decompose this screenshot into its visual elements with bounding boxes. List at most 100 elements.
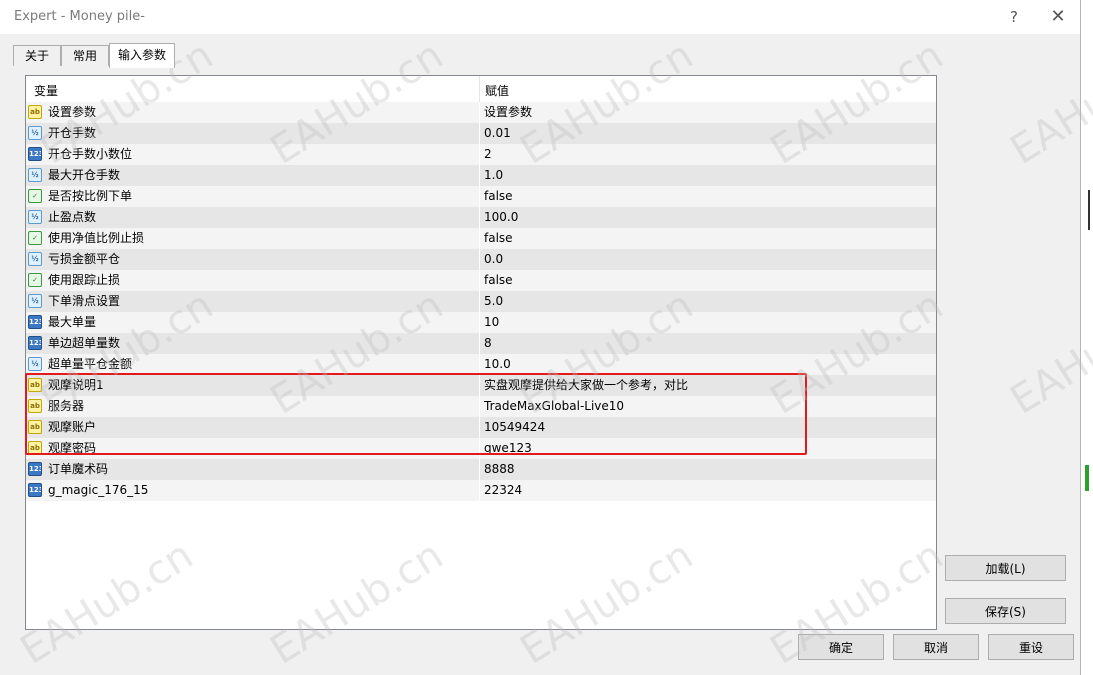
param-name: 订单魔术码 [48,462,109,476]
table-row[interactable]: ab 服务器 TradeMaxGlobal-Live10 [26,396,936,417]
table-row[interactable]: ✓ 是否按比例下单 false [26,186,936,207]
column-divider [479,207,480,228]
string-type-icon: ab [28,420,42,434]
column-divider [479,123,480,144]
tab-about[interactable]: 关于 [13,45,61,66]
bool-type-icon: ✓ [28,273,42,287]
param-name: g_magic_176_15 [48,483,149,497]
param-name: 最大开仓手数 [48,168,121,182]
param-value[interactable]: 100.0 [484,207,518,228]
param-name: 使用跟踪止损 [48,273,121,287]
table-row[interactable]: ab 设置参数 设置参数 [26,102,936,123]
header-variable[interactable]: 变量 [34,82,58,99]
table-row[interactable]: ab 观摩说明1 实盘观摩提供给大家做一个参考，对比 [26,375,936,396]
param-value[interactable]: false [484,270,513,291]
table-row[interactable]: ✓ 使用净值比例止损 false [26,228,936,249]
param-name: 是否按比例下单 [48,189,133,203]
double-type-icon: ½ [28,126,42,140]
param-value[interactable]: 10.0 [484,354,511,375]
cancel-button[interactable]: 取消 [893,634,979,660]
column-divider [479,270,480,291]
reset-button[interactable]: 重设 [988,634,1074,660]
param-value[interactable]: false [484,186,513,207]
double-type-icon: ½ [28,252,42,266]
bool-type-icon: ✓ [28,189,42,203]
integer-type-icon: 123 [28,315,42,329]
table-row[interactable]: 123 最大单量 10 [26,312,936,333]
integer-type-icon: 123 [28,336,42,350]
table-row[interactable]: ½ 亏损金额平仓 0.0 [26,249,936,270]
param-value[interactable]: false [484,228,513,249]
param-value[interactable]: 0.0 [484,249,503,270]
param-name: 开仓手数小数位 [48,147,133,161]
param-value[interactable]: 22324 [484,480,522,501]
column-divider [479,459,480,480]
param-value[interactable]: qwe123 [484,438,532,459]
column-divider [479,144,480,165]
integer-type-icon: 123 [28,462,42,476]
string-type-icon: ab [28,105,42,119]
param-name: 观摩账户 [48,420,97,434]
table-row[interactable]: ½ 止盈点数 100.0 [26,207,936,228]
param-name: 最大单量 [48,315,97,329]
param-name: 观摩密码 [48,441,97,455]
table-row[interactable]: ½ 下单滑点设置 5.0 [26,291,936,312]
header-divider[interactable] [479,76,480,102]
double-type-icon: ½ [28,357,42,371]
column-divider [479,165,480,186]
chart-marker [1085,465,1089,491]
param-name: 观摩说明1 [48,378,104,392]
chart-tick [1088,190,1090,230]
bool-type-icon: ✓ [28,231,42,245]
table-row[interactable]: 123 开仓手数小数位 2 [26,144,936,165]
param-name: 设置参数 [48,105,97,119]
table-row[interactable]: 123 单边超单量数 8 [26,333,936,354]
table-header: 变量 赋值 [26,76,936,103]
ok-button[interactable]: 确定 [798,634,884,660]
column-divider [479,396,480,417]
param-value[interactable]: 5.0 [484,291,503,312]
param-value[interactable]: 设置参数 [484,102,532,123]
help-icon[interactable]: ? [1001,6,1027,28]
close-icon[interactable]: ✕ [1045,6,1071,28]
column-divider [479,375,480,396]
param-name: 亏损金额平仓 [48,252,121,266]
param-name: 止盈点数 [48,210,97,224]
table-row[interactable]: 123 订单魔术码 8888 [26,459,936,480]
table-row[interactable]: ab 观摩账户 10549424 [26,417,936,438]
param-value[interactable]: TradeMaxGlobal-Live10 [484,396,624,417]
save-button[interactable]: 保存(S) [945,598,1066,624]
window-title: Expert - Money pile- [14,9,145,24]
table-row[interactable]: ½ 开仓手数 0.01 [26,123,936,144]
param-value[interactable]: 1.0 [484,165,503,186]
param-value[interactable]: 实盘观摩提供给大家做一个参考，对比 [484,375,688,396]
param-value[interactable]: 0.01 [484,123,511,144]
header-value[interactable]: 赋值 [485,82,509,99]
tab-inputs[interactable]: 输入参数 [109,43,175,68]
tab-common[interactable]: 常用 [61,45,109,66]
table-row[interactable]: 123 g_magic_176_15 22324 [26,480,936,501]
double-type-icon: ½ [28,168,42,182]
table-row[interactable]: ½ 超单量平仓金额 10.0 [26,354,936,375]
double-type-icon: ½ [28,210,42,224]
column-divider [479,291,480,312]
parameters-table: 变量 赋值 ab 设置参数 设置参数 ½ 开仓手数 0.01 123 开仓手数小数位 2 ½ 最大开… [25,75,937,630]
load-button[interactable]: 加载(L) [945,555,1066,581]
title-bar: Expert - Money pile- ? ✕ [0,0,1080,34]
param-name: 服务器 [48,399,85,413]
param-value[interactable]: 10 [484,312,499,333]
background-chart-strip [1081,0,1093,675]
table-row[interactable]: ab 观摩密码 qwe123 [26,438,936,459]
param-value[interactable]: 8888 [484,459,515,480]
table-row[interactable]: ½ 最大开仓手数 1.0 [26,165,936,186]
param-name: 下单滑点设置 [48,294,121,308]
integer-type-icon: 123 [28,147,42,161]
double-type-icon: ½ [28,294,42,308]
string-type-icon: ab [28,399,42,413]
param-value[interactable]: 8 [484,333,492,354]
string-type-icon: ab [28,441,42,455]
param-value[interactable]: 10549424 [484,417,545,438]
column-divider [479,102,480,123]
param-value[interactable]: 2 [484,144,492,165]
table-row[interactable]: ✓ 使用跟踪止损 false [26,270,936,291]
